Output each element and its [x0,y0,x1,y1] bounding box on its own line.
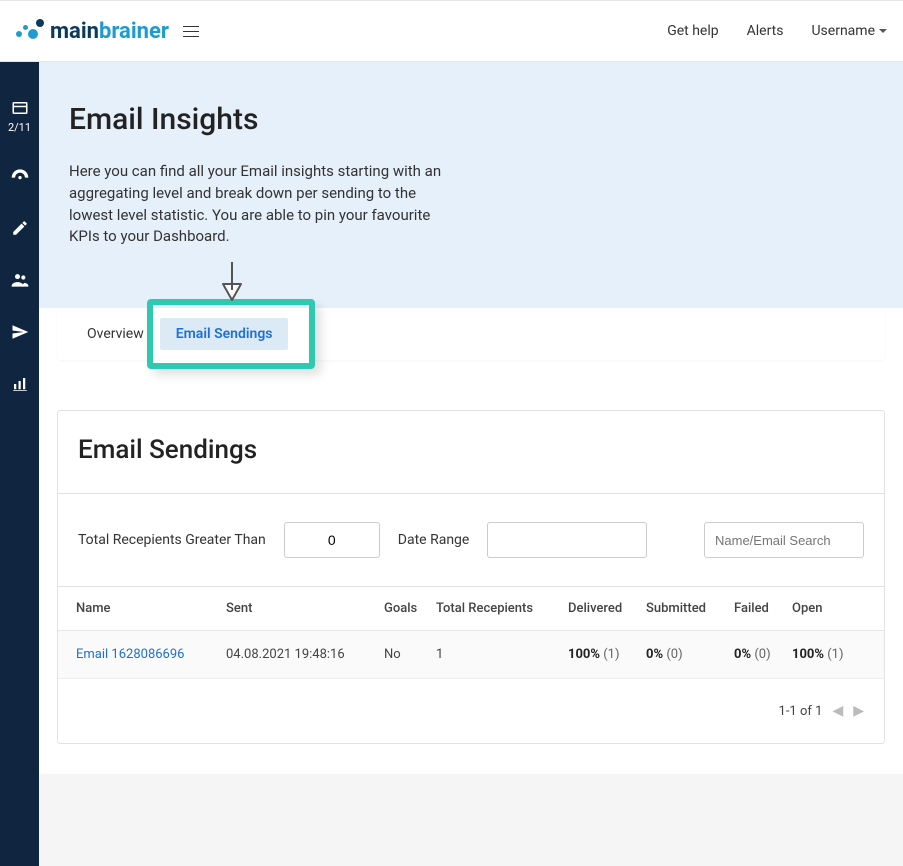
topbar-links: Get help Alerts Username [667,23,887,39]
sidebar: 2/11 [0,62,39,866]
row-open: 100% (1) [792,647,866,662]
th-failed[interactable]: Failed [734,601,792,616]
row-failed: 0% (0) [734,647,792,662]
recipients-filter-label: Total Recepients Greater Than [78,532,266,548]
row-total: 1 [436,647,568,662]
alerts-link[interactable]: Alerts [747,23,784,39]
pager-prev-icon[interactable]: ◀ [832,703,843,719]
user-menu[interactable]: Username [811,23,887,39]
row-goals: No [384,647,436,662]
page-title: Email Insights [69,102,873,137]
sidebar-item-dashboard[interactable] [0,166,39,186]
pager-next-icon[interactable]: ▶ [853,703,864,719]
row-name-link[interactable]: Email 1628086696 [76,647,226,662]
sidebar-item-edit[interactable] [0,218,39,238]
row-delivered: 100% (1) [568,647,646,662]
card-icon [10,98,30,118]
pencil-icon [10,218,30,238]
th-name[interactable]: Name [76,601,226,616]
th-delivered[interactable]: Delivered [568,601,646,616]
th-total[interactable]: Total Recepients [436,601,568,616]
table-header: Name Sent Goals Total Recepients Deliver… [58,587,884,631]
sidebar-item-counter[interactable]: 2/11 [0,98,39,134]
search-input[interactable] [704,522,864,558]
users-icon [10,270,30,290]
panel-title: Email Sendings [78,435,864,465]
brand-logo[interactable]: mainbrainer [16,17,169,45]
username-label: Username [811,23,875,39]
brand-text: mainbrainer [50,19,169,44]
sidebar-item-send[interactable] [0,322,39,342]
date-range-label: Date Range [398,532,470,548]
chevron-down-icon [879,29,887,33]
table-row[interactable]: Email 1628086696 04.08.2021 19:48:16 No … [58,631,884,679]
topbar: mainbrainer Get help Alerts Username [0,0,903,62]
pager-text: 1-1 of 1 [779,704,823,719]
logo-dots-icon [16,17,44,45]
pager: 1-1 of 1 ◀ ▶ [58,679,884,743]
filters-row: Total Recepients Greater Than Date Range [58,494,884,587]
gauge-icon [10,166,30,186]
email-sendings-panel: Email Sendings Total Recepients Greater … [57,410,885,744]
row-sent: 04.08.2021 19:48:16 [226,647,384,662]
tab-email-sendings[interactable]: Email Sendings [160,318,289,350]
main-content: Email Insights Here you can find all you… [39,62,903,866]
sidebar-counter-label: 2/11 [8,121,31,134]
recipients-filter-input[interactable] [284,522,380,558]
th-open[interactable]: Open [792,601,866,616]
page-description: Here you can find all your Email insight… [69,161,449,248]
tab-overview[interactable]: Overview [71,318,160,350]
row-submitted: 0% (0) [646,647,734,662]
page-hero: Email Insights Here you can find all you… [39,62,903,308]
sidebar-item-users[interactable] [0,270,39,290]
sendings-table: Name Sent Goals Total Recepients Deliver… [58,587,884,679]
bar-chart-icon [10,374,30,394]
tabs: Overview Email Sendings [57,308,885,360]
date-range-input[interactable] [487,522,647,558]
get-help-link[interactable]: Get help [667,23,718,39]
hamburger-icon[interactable] [179,19,203,43]
th-goals[interactable]: Goals [384,601,436,616]
send-icon [10,322,30,342]
th-submitted[interactable]: Submitted [646,601,734,616]
sidebar-item-analytics[interactable] [0,374,39,394]
th-sent[interactable]: Sent [226,601,384,616]
